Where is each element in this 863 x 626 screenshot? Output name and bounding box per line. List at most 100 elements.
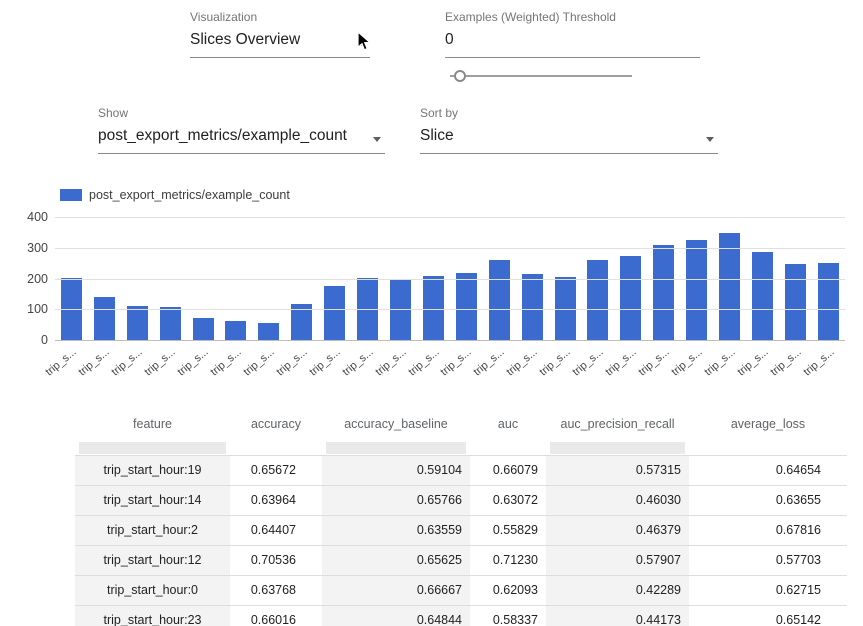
table-row[interactable]: trip_start_hour:00.637680.666670.620930.… bbox=[75, 575, 847, 605]
metric-cell: 0.63768 bbox=[230, 576, 322, 605]
show-label: Show bbox=[98, 106, 385, 120]
metric-cell: 0.65672 bbox=[230, 456, 322, 485]
column-header-accuracy[interactable]: accuracy bbox=[230, 417, 322, 431]
metric-cell: 0.57315 bbox=[546, 456, 689, 485]
y-axis-tick: 400 bbox=[0, 210, 48, 224]
threshold-slider[interactable] bbox=[450, 69, 632, 83]
gridline bbox=[55, 309, 845, 310]
metric-cell: 0.66079 bbox=[470, 456, 546, 485]
sortby-dropdown[interactable]: Slice bbox=[420, 120, 718, 154]
chevron-down-icon bbox=[373, 137, 381, 142]
metric-cell: 0.42289 bbox=[546, 576, 689, 605]
bar-18[interactable] bbox=[653, 245, 674, 341]
bar-6[interactable] bbox=[258, 323, 279, 341]
metric-cell: 0.65625 bbox=[322, 546, 470, 575]
gridline bbox=[55, 279, 845, 280]
feature-cell: trip_start_hour:14 bbox=[75, 486, 230, 515]
table-row[interactable]: trip_start_hour:120.705360.656250.712300… bbox=[75, 545, 847, 575]
metric-cell: 0.62715 bbox=[689, 576, 847, 605]
metric-cell: 0.70536 bbox=[230, 546, 322, 575]
sortby-control: Sort by Slice bbox=[420, 106, 718, 154]
bar-13[interactable] bbox=[489, 260, 510, 341]
slider-track bbox=[450, 75, 632, 77]
column-header-feature[interactable]: feature bbox=[75, 417, 230, 431]
bar-22[interactable] bbox=[785, 264, 806, 341]
x-axis: trip_s...trip_s...trip_s...trip_s...trip… bbox=[55, 346, 845, 394]
filter-input-average_loss[interactable] bbox=[693, 442, 843, 454]
bar-16[interactable] bbox=[587, 260, 608, 341]
visualization-dropdown[interactable]: Slices Overview bbox=[190, 24, 370, 58]
feature-cell: trip_start_hour:19 bbox=[75, 456, 230, 485]
visualization-value: Slices Overview bbox=[190, 31, 300, 48]
metric-cell: 0.63964 bbox=[230, 486, 322, 515]
bar-chart bbox=[55, 218, 845, 341]
threshold-control: Examples (Weighted) Threshold 0 bbox=[445, 10, 700, 58]
feature-cell: trip_start_hour:12 bbox=[75, 546, 230, 575]
column-header-average_loss[interactable]: average_loss bbox=[689, 417, 847, 431]
table-filter-row bbox=[75, 440, 847, 455]
show-control: Show post_export_metrics/example_count bbox=[98, 106, 385, 154]
bar-17[interactable] bbox=[620, 256, 641, 341]
metric-cell: 0.63559 bbox=[322, 516, 470, 545]
bar-10[interactable] bbox=[390, 280, 411, 342]
sortby-label: Sort by bbox=[420, 106, 718, 120]
filter-input-feature[interactable] bbox=[79, 442, 226, 454]
metric-cell: 0.64407 bbox=[230, 516, 322, 545]
metric-cell: 0.44173 bbox=[546, 606, 689, 626]
show-value: post_export_metrics/example_count bbox=[98, 127, 347, 144]
bar-23[interactable] bbox=[818, 263, 839, 341]
metric-cell: 0.71230 bbox=[470, 546, 546, 575]
metric-cell: 0.64844 bbox=[322, 606, 470, 626]
slider-thumb[interactable] bbox=[454, 70, 466, 82]
visualization-control: Visualization Slices Overview bbox=[190, 10, 370, 58]
filter-input-accuracy_baseline[interactable] bbox=[326, 442, 466, 454]
metric-cell: 0.63655 bbox=[689, 486, 847, 515]
column-header-auc[interactable]: auc bbox=[470, 417, 546, 431]
metric-cell: 0.65142 bbox=[689, 606, 847, 626]
bar-4[interactable] bbox=[193, 318, 214, 341]
mouse-cursor-icon bbox=[356, 31, 372, 53]
feature-cell: trip_start_hour:23 bbox=[75, 606, 230, 626]
table-row[interactable]: trip_start_hour:140.639640.657660.630720… bbox=[75, 485, 847, 515]
column-header-accuracy_baseline[interactable]: accuracy_baseline bbox=[322, 417, 470, 431]
filter-input-auc_precision_recall[interactable] bbox=[550, 442, 685, 454]
filter-input-auc[interactable] bbox=[474, 442, 542, 454]
column-header-auc_precision_recall[interactable]: auc_precision_recall bbox=[546, 417, 689, 431]
metric-cell: 0.55829 bbox=[470, 516, 546, 545]
metric-cell: 0.64654 bbox=[689, 456, 847, 485]
y-axis-tick: 100 bbox=[0, 302, 48, 316]
visualization-label: Visualization bbox=[190, 10, 370, 24]
bar-5[interactable] bbox=[225, 321, 246, 341]
bar-14[interactable] bbox=[522, 274, 543, 341]
bar-2[interactable] bbox=[127, 306, 148, 341]
metric-cell: 0.57907 bbox=[546, 546, 689, 575]
threshold-input[interactable]: 0 bbox=[445, 24, 700, 58]
threshold-label: Examples (Weighted) Threshold bbox=[445, 10, 700, 24]
filter-input-accuracy[interactable] bbox=[234, 442, 318, 454]
bar-20[interactable] bbox=[719, 233, 740, 341]
show-dropdown[interactable]: post_export_metrics/example_count bbox=[98, 120, 385, 154]
metric-cell: 0.62093 bbox=[470, 576, 546, 605]
bar-19[interactable] bbox=[686, 240, 707, 341]
legend-label: post_export_metrics/example_count bbox=[89, 188, 290, 202]
feature-cell: trip_start_hour:2 bbox=[75, 516, 230, 545]
bar-21[interactable] bbox=[752, 252, 773, 341]
metric-cell: 0.46379 bbox=[546, 516, 689, 545]
metric-cell: 0.65766 bbox=[322, 486, 470, 515]
bar-12[interactable] bbox=[456, 273, 477, 341]
gridline bbox=[55, 340, 845, 341]
bar-8[interactable] bbox=[324, 286, 345, 341]
legend-swatch bbox=[60, 189, 82, 201]
y-axis: 0100200300400 bbox=[0, 218, 48, 341]
metric-cell: 0.66667 bbox=[322, 576, 470, 605]
bar-1[interactable] bbox=[94, 297, 115, 341]
metric-cell: 0.59104 bbox=[322, 456, 470, 485]
feature-cell: trip_start_hour:0 bbox=[75, 576, 230, 605]
gridline bbox=[55, 217, 845, 218]
y-axis-tick: 200 bbox=[0, 272, 48, 286]
metric-cell: 0.66016 bbox=[230, 606, 322, 626]
bar-3[interactable] bbox=[160, 307, 181, 341]
table-row[interactable]: trip_start_hour:190.656720.591040.660790… bbox=[75, 455, 847, 485]
table-row[interactable]: trip_start_hour:20.644070.635590.558290.… bbox=[75, 515, 847, 545]
table-row[interactable]: trip_start_hour:230.660160.648440.583370… bbox=[75, 605, 847, 626]
